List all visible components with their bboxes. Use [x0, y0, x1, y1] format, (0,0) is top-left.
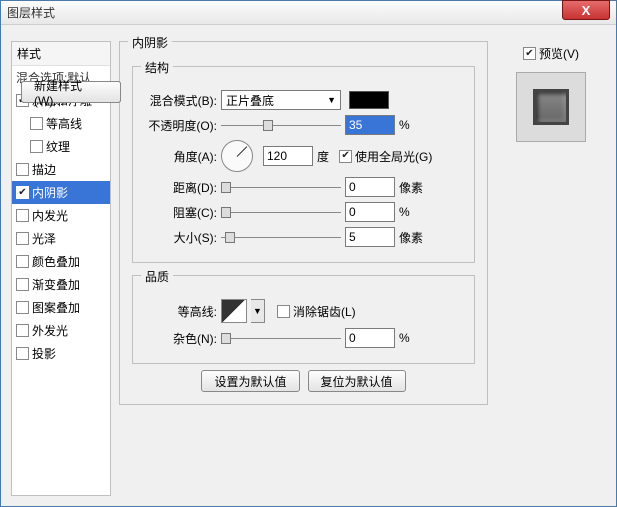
sidebar-item[interactable]: 等高线	[12, 112, 110, 135]
checkbox-icon	[30, 117, 43, 130]
blend-mode-value: 正片叠底	[226, 92, 274, 109]
checkbox-icon	[16, 255, 29, 268]
noise-unit: %	[399, 331, 429, 345]
checkbox-icon	[16, 209, 29, 222]
opacity-slider[interactable]	[221, 116, 341, 134]
spread-unit: %	[399, 205, 429, 219]
sidebar-item[interactable]: 内阴影	[12, 181, 110, 204]
spread-input[interactable]: 0	[345, 202, 395, 222]
panel-title: 内阴影	[128, 34, 172, 51]
checkbox-icon	[16, 232, 29, 245]
checkbox-icon	[16, 347, 29, 360]
sidebar-item[interactable]: 投影	[12, 342, 110, 365]
checkbox-icon	[339, 150, 352, 163]
opacity-input[interactable]: 35	[345, 115, 395, 135]
inner-shadow-group: 内阴影 结构 混合模式(B): 正片叠底 ▼ 不透明度(O):	[119, 41, 488, 405]
quality-legend: 品质	[141, 268, 173, 285]
preview-inner-icon	[533, 89, 569, 125]
sidebar-item[interactable]: 内发光	[12, 204, 110, 227]
new-style-button[interactable]: 新建样式(W)...	[21, 81, 121, 103]
sidebar-item-label: 光泽	[32, 230, 56, 247]
distance-slider[interactable]	[221, 178, 341, 196]
sidebar-item[interactable]: 纹理	[12, 135, 110, 158]
noise-label: 杂色(N):	[143, 330, 217, 347]
checkbox-icon	[16, 324, 29, 337]
noise-slider[interactable]	[221, 329, 341, 347]
use-global-label: 使用全局光(G)	[355, 148, 432, 165]
sidebar-item[interactable]: 渐变叠加	[12, 273, 110, 296]
sidebar-item-label: 颜色叠加	[32, 253, 80, 270]
sidebar-item-label: 内发光	[32, 207, 68, 224]
contour-label: 等高线:	[143, 303, 217, 320]
size-label: 大小(S):	[143, 229, 217, 246]
sidebar-item-label: 等高线	[46, 115, 82, 132]
sidebar-item[interactable]: 描边	[12, 158, 110, 181]
size-input[interactable]: 5	[345, 227, 395, 247]
sidebar-item[interactable]: 光泽	[12, 227, 110, 250]
noise-input[interactable]: 0	[345, 328, 395, 348]
sidebar-item-label: 渐变叠加	[32, 276, 80, 293]
shadow-color-swatch[interactable]	[349, 91, 389, 109]
checkbox-icon	[30, 140, 43, 153]
size-slider[interactable]	[221, 228, 341, 246]
opacity-unit: %	[399, 118, 429, 132]
window-title: 图层样式	[7, 4, 55, 21]
blend-mode-label: 混合模式(B):	[143, 92, 217, 109]
checkbox-icon	[16, 278, 29, 291]
checkbox-icon	[16, 301, 29, 314]
contour-swatch[interactable]	[221, 299, 247, 323]
anti-alias-label: 消除锯齿(L)	[293, 303, 356, 320]
checkbox-icon	[277, 305, 290, 318]
preview-swatch	[516, 72, 586, 142]
anti-alias-checkbox[interactable]: 消除锯齿(L)	[277, 303, 356, 320]
angle-unit: 度	[317, 148, 329, 165]
titlebar: 图层样式 X	[1, 1, 616, 25]
set-default-button[interactable]: 设置为默认值	[201, 370, 299, 392]
chevron-down-icon: ▼	[327, 95, 336, 105]
size-unit: 像素	[399, 229, 429, 246]
sidebar-item-label: 图案叠加	[32, 299, 80, 316]
blend-mode-dropdown[interactable]: 正片叠底 ▼	[221, 90, 341, 110]
distance-input[interactable]: 0	[345, 177, 395, 197]
checkbox-icon	[523, 47, 536, 60]
distance-unit: 像素	[399, 179, 429, 196]
angle-label: 角度(A):	[143, 148, 217, 165]
structure-legend: 结构	[141, 59, 173, 76]
sidebar-item-label: 内阴影	[32, 184, 68, 201]
use-global-light-checkbox[interactable]: 使用全局光(G)	[339, 148, 432, 165]
spread-label: 阻塞(C):	[143, 204, 217, 221]
opacity-label: 不透明度(O):	[143, 117, 217, 134]
preview-label: 预览(V)	[539, 45, 579, 62]
sidebar-item-label: 投影	[32, 345, 56, 362]
angle-input[interactable]: 120	[263, 146, 313, 166]
spread-slider[interactable]	[221, 203, 341, 221]
sidebar-item[interactable]: 图案叠加	[12, 296, 110, 319]
structure-group: 结构 混合模式(B): 正片叠底 ▼ 不透明度(O): 35 %	[132, 66, 475, 263]
sidebar-item[interactable]: 外发光	[12, 319, 110, 342]
angle-dial[interactable]	[221, 140, 253, 172]
checkbox-icon	[16, 186, 29, 199]
contour-dropdown-arrow[interactable]: ▼	[251, 299, 265, 323]
sidebar-item-label: 纹理	[46, 138, 70, 155]
reset-default-button[interactable]: 复位为默认值	[308, 370, 406, 392]
distance-label: 距离(D):	[143, 179, 217, 196]
sidebar-item-label: 描边	[32, 161, 56, 178]
checkbox-icon	[16, 163, 29, 176]
close-button[interactable]: X	[562, 0, 610, 20]
quality-group: 品质 等高线: ▼ 消除锯齿(L) 杂色(N): 0 %	[132, 275, 475, 364]
styles-sidebar: 样式 混合选项:默认 斜面和浮雕等高线纹理描边内阴影内发光光泽颜色叠加渐变叠加图…	[11, 41, 111, 496]
sidebar-item-label: 外发光	[32, 322, 68, 339]
sidebar-item[interactable]: 颜色叠加	[12, 250, 110, 273]
preview-checkbox[interactable]: 预览(V)	[523, 45, 579, 62]
sidebar-header: 样式	[12, 42, 110, 66]
